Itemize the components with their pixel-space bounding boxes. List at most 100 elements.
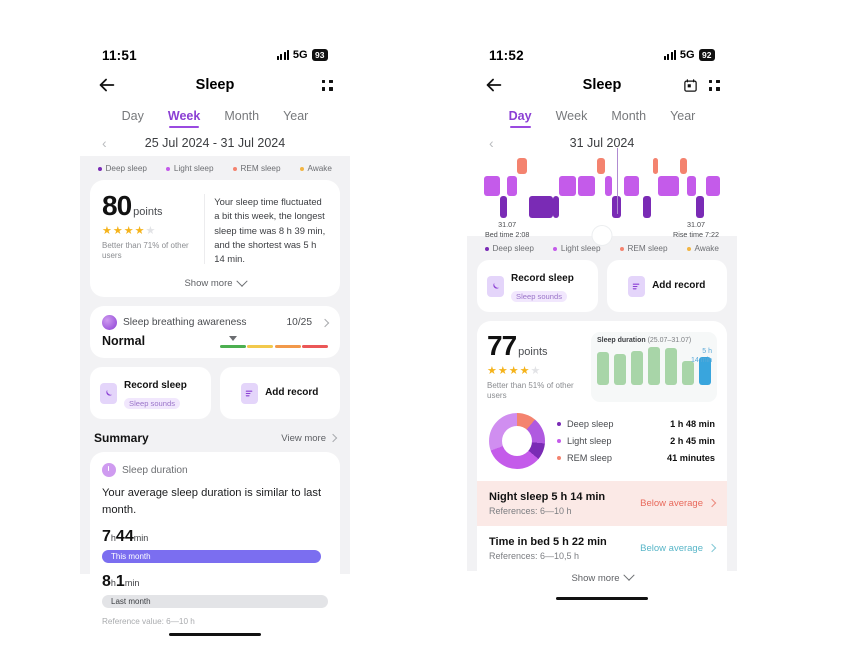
legend-item-awake: Awake <box>687 244 719 253</box>
legend-label-light: Light sleep <box>173 164 214 173</box>
this-month-bar-label: This month <box>111 551 151 561</box>
prev-day-icon[interactable]: ‹ <box>489 136 494 150</box>
donut-value-light: 2 h 45 min <box>670 435 715 446</box>
tab-week[interactable]: Week <box>168 109 200 129</box>
rise-time-block: 31.07 Rise time 7:22 <box>673 220 719 239</box>
score-description: Your sleep time fluctuated a bit this we… <box>214 196 326 265</box>
nav-actions-right <box>683 78 721 93</box>
back-arrow-icon[interactable] <box>96 74 118 96</box>
legend-item-deep: Deep sleep <box>485 244 534 253</box>
day-score-unit: points <box>518 346 548 358</box>
add-record-button[interactable]: Add record <box>606 260 727 312</box>
sleep-duration-card[interactable]: Sleep duration Your average sleep durati… <box>90 452 340 645</box>
night-sleep-title: Night sleep 5 h 14 min <box>489 490 606 503</box>
night-sleep-metric-row[interactable]: Night sleep 5 h 14 min References: 6—10 … <box>477 480 727 526</box>
hypnogram-segment <box>559 176 577 196</box>
night-sleep-status-badge: Below average <box>640 498 717 509</box>
tab-year[interactable]: Year <box>283 109 308 128</box>
record-sleep-subtitle: Sleep sounds <box>511 291 568 302</box>
legend-item-deep: Deep sleep <box>98 164 147 173</box>
night-sleep-reference: References: 6—10 h <box>489 505 572 516</box>
hypnogram-segment <box>596 158 606 174</box>
chart-scrubber-handle[interactable] <box>592 226 612 245</box>
this-month-hours: 7 <box>102 527 111 545</box>
sleep-score-card[interactable]: 80 points ★★★★★ Better than 71% of other … <box>90 180 340 298</box>
back-arrow-icon[interactable] <box>483 74 505 96</box>
mini-chart-title: Sleep duration (25.07–31.07) <box>597 337 711 344</box>
legend-item-light: Light sleep <box>166 164 214 173</box>
tab-month[interactable]: Month <box>611 109 646 128</box>
reference-value-label: Reference value: 6—10 h <box>102 616 195 626</box>
prev-period-icon[interactable]: ‹ <box>102 136 107 150</box>
mini-chart-subtitle: (25.07–31.07) <box>647 337 692 344</box>
score-unit: points <box>133 206 163 218</box>
this-month-bar: This month <box>102 549 322 563</box>
legend-item-rem: REM sleep <box>620 244 668 253</box>
last-month-hours: 8 <box>102 572 111 590</box>
status-indicators: 5G 93 <box>277 49 328 61</box>
tab-month[interactable]: Month <box>224 109 259 128</box>
record-sleep-button[interactable]: Record sleep Sleep sounds <box>477 260 598 312</box>
this-month-minutes: 44 <box>115 527 134 545</box>
this-month-min-unit: min <box>133 532 149 543</box>
mini-chart-bar <box>665 347 677 385</box>
legend-label-awake: Awake <box>694 244 719 253</box>
score-show-more-button[interactable]: Show more <box>102 266 328 289</box>
date-range-label: 25 Jul 2024 - 31 Jul 2024 <box>144 136 286 150</box>
score-stars: ★★★★★ <box>102 225 157 237</box>
donut-value-deep: 1 h 48 min <box>670 418 715 429</box>
time-in-bed-text: Time in bed 5 h 22 min References: 6—10,… <box>489 536 607 561</box>
nav-actions-left <box>320 78 334 92</box>
mini-chart-bar <box>597 352 609 385</box>
mini-chart-highlight-line2: 14 min <box>690 357 712 365</box>
mini-chart-bar <box>648 347 660 385</box>
phone-screen-day: 11:52 5G 92 Sleep Day Week Month Year ‹ … <box>467 40 737 620</box>
hypnogram-segment <box>642 196 652 218</box>
grid-menu-icon[interactable] <box>320 78 334 92</box>
add-record-button[interactable]: Add record <box>219 367 340 420</box>
hypnogram-chart[interactable]: 31.07 Bed time 2:08 31.07 Rise time 7:22 <box>467 148 737 245</box>
day-score-value: 77 <box>487 330 517 361</box>
hypnogram-segment <box>705 176 720 196</box>
last-month-minutes: 1 <box>115 572 125 590</box>
mini-chart-title-text: Sleep duration <box>597 337 646 344</box>
summary-view-more-label: View more <box>281 432 326 444</box>
tab-day[interactable]: Day <box>122 109 144 128</box>
donut-label-deep: Deep sleep <box>567 418 614 429</box>
network-label: 5G <box>292 49 308 61</box>
hypnogram-segment <box>653 158 659 174</box>
breathing-label: Sleep breathing awareness <box>123 317 247 329</box>
sleep-duration-mini-chart[interactable]: Sleep duration (25.07–31.07) 5 h 14 min <box>591 332 717 402</box>
day-show-more-button[interactable]: Show more <box>477 569 727 590</box>
summary-view-more-button[interactable]: View more <box>281 432 338 444</box>
tab-day[interactable]: Day <box>509 109 532 129</box>
score-show-more-label: Show more <box>184 278 233 290</box>
this-month-value: 7h44min <box>102 528 328 546</box>
time-in-bed-metric-row[interactable]: Time in bed 5 h 22 min References: 6—10,… <box>477 526 727 571</box>
bed-date: 31.07 <box>498 220 517 229</box>
legend-label-deep: Deep sleep <box>105 164 147 173</box>
record-sleep-button[interactable]: Record sleep Sleep sounds <box>90 367 211 420</box>
summary-title: Summary <box>94 431 149 446</box>
hypnogram-segment <box>624 176 640 196</box>
tab-year[interactable]: Year <box>670 109 695 128</box>
breathing-awareness-card[interactable]: Sleep breathing awareness 10/25 Normal <box>90 306 340 359</box>
tab-week[interactable]: Week <box>556 109 588 128</box>
clock-icon <box>102 463 116 478</box>
donut-row-rem: REM sleep 41 minutes <box>557 449 715 466</box>
grid-menu-icon[interactable] <box>707 78 721 92</box>
page-title: Sleep <box>195 77 235 93</box>
chevron-right-icon <box>707 544 717 553</box>
night-sleep-text: Night sleep 5 h 14 min References: 6—10 … <box>489 491 605 516</box>
calendar-icon[interactable] <box>683 78 698 93</box>
add-record-title: Add record <box>652 279 706 291</box>
chevron-right-icon <box>707 499 717 508</box>
score-value: 80 <box>102 190 132 221</box>
mini-chart-bar <box>614 354 626 385</box>
legend-label-rem: REM sleep <box>627 244 668 253</box>
battery-icon: 93 <box>311 49 328 61</box>
legend-label-light: Light sleep <box>560 244 601 253</box>
moon-record-icon <box>487 275 504 297</box>
day-score-percentile: Better than 51% of other users <box>487 381 574 401</box>
network-label-right: 5G <box>679 49 695 61</box>
